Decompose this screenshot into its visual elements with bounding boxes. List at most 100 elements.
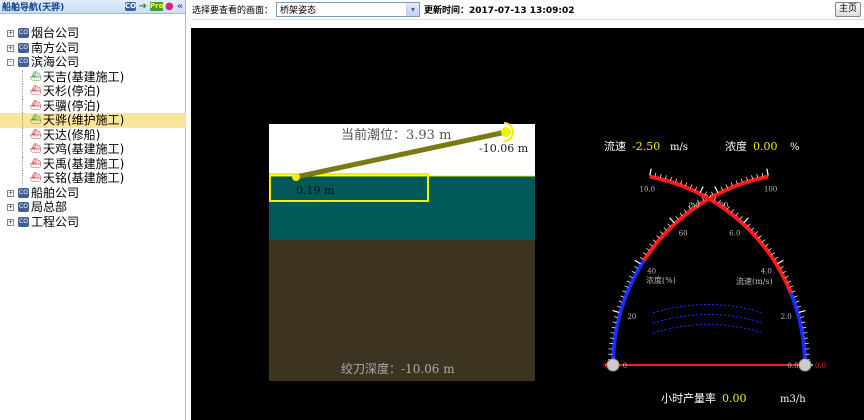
collapse-toggle-icon[interactable]: - bbox=[7, 59, 14, 66]
company-label: 南方公司 bbox=[31, 40, 80, 55]
density-trace-1 bbox=[652, 304, 764, 314]
ship-label: 天鸡(基建施工) bbox=[43, 142, 125, 156]
tree-node-company[interactable]: - CO 滨海公司 bbox=[0, 55, 186, 70]
app: 船舶导航(天骅) CO ➜ Pro ● « + CO 烟台公司 + CO 南方公… bbox=[0, 0, 864, 420]
density-tick bbox=[646, 247, 650, 251]
density-pivot-knob bbox=[606, 358, 620, 372]
forward-icon[interactable]: ➜ bbox=[138, 2, 148, 12]
flow-tick bbox=[731, 209, 735, 213]
ship-label: 天铭(基建施工) bbox=[43, 171, 125, 185]
co-icon[interactable]: CO bbox=[125, 2, 136, 11]
company-icon: CO bbox=[18, 187, 29, 198]
company-label: 局总部 bbox=[31, 200, 68, 214]
pro-icon[interactable]: Pro bbox=[150, 2, 163, 11]
flow-zero-mark: 0.0 bbox=[815, 362, 826, 370]
flow-tick bbox=[699, 186, 704, 194]
pin-icon[interactable]: ● bbox=[165, 2, 174, 12]
bridge-end-value: -10.06 m bbox=[479, 142, 529, 155]
tree-node-company[interactable]: + CO 局总部 bbox=[0, 200, 186, 215]
density-tick bbox=[656, 235, 660, 239]
ship-icon: ⛴ bbox=[30, 115, 42, 125]
collapse-icon[interactable]: « bbox=[175, 2, 185, 12]
flow-tick bbox=[649, 168, 652, 176]
flow-tick bbox=[751, 227, 755, 231]
flow-label: 流速 bbox=[604, 139, 626, 153]
chevron-down-icon[interactable]: ▾ bbox=[406, 3, 420, 16]
density-axis-label: 浓度(%) bbox=[646, 275, 676, 285]
tide-label: 当前潮位：3.93 m bbox=[341, 127, 451, 143]
ship-label: 天禹(基建施工) bbox=[43, 156, 125, 171]
tree-node-ship[interactable]: ⛴ 天杉(停泊) bbox=[0, 84, 186, 99]
density-arc-red bbox=[642, 174, 769, 262]
tree-node-ship[interactable]: ⛴ 天骅(维护施工) bbox=[0, 113, 186, 128]
tree-node-ship[interactable]: ⛴ 天骥(停泊) bbox=[0, 98, 186, 113]
flow-arc-blue bbox=[789, 292, 807, 366]
tree-node-company[interactable]: + CO 烟台公司 bbox=[0, 26, 186, 41]
flow-unit: m/s bbox=[670, 142, 688, 153]
expand-toggle-icon[interactable]: + bbox=[7, 204, 14, 211]
expand-toggle-icon[interactable]: + bbox=[7, 44, 14, 52]
tree-node-company[interactable]: + CO 船舶公司 bbox=[0, 186, 186, 201]
company-label: 滨海公司 bbox=[31, 55, 80, 69]
tree-node-company[interactable]: + CO 南方公司 bbox=[0, 41, 186, 56]
density-tick bbox=[649, 243, 653, 247]
tree-node-ship[interactable]: ⛴ 天禹(基建施工) bbox=[0, 156, 186, 171]
flow-tick bbox=[743, 217, 749, 224]
sidebar-title: 船舶导航(天骅) bbox=[2, 3, 65, 13]
company-label: 船舶公司 bbox=[31, 185, 80, 200]
ship-icon: ⛴ bbox=[30, 173, 42, 183]
ship-label: 天骥(停泊) bbox=[43, 98, 101, 113]
company-label: 工程公司 bbox=[31, 214, 80, 229]
tree-node-company[interactable]: + CO 工程公司 bbox=[0, 215, 186, 230]
density-tick bbox=[652, 239, 657, 243]
ship-icon: ⛴ bbox=[30, 86, 42, 96]
cutter-depth-label: 绞刀深度：-10.06 m bbox=[341, 361, 455, 376]
expand-toggle-icon[interactable]: + bbox=[7, 218, 14, 226]
density-tick bbox=[663, 227, 667, 231]
expand-toggle-icon[interactable]: + bbox=[7, 189, 14, 197]
density-tick bbox=[675, 216, 679, 220]
ship-label: 天骅(维护施工) bbox=[43, 113, 125, 127]
sidebar-header: 船舶导航(天骅) CO ➜ Pro ● « bbox=[0, 0, 185, 14]
flow-tick bbox=[777, 259, 784, 265]
density-tick bbox=[669, 217, 675, 224]
density-tick-label: 100 bbox=[764, 185, 777, 193]
ship-label: 天达(修船) bbox=[43, 127, 101, 142]
density-tick bbox=[714, 186, 719, 194]
flow-tick bbox=[798, 309, 806, 314]
bridge-panel: 当前潮位：3.93 m -10.06 m 0.19 m 绞刀深度：-10.06 … bbox=[269, 122, 535, 381]
cutter-head bbox=[501, 127, 511, 137]
mud-area bbox=[269, 240, 535, 381]
flow-tick bbox=[735, 212, 739, 217]
ship-tree: + CO 烟台公司 + CO 南方公司 - CO 滨海公司 ⛴ 天吉(基建施工)… bbox=[0, 26, 186, 229]
expand-toggle-icon[interactable]: + bbox=[7, 30, 14, 37]
flow-tick-label: 0.0 bbox=[787, 362, 798, 370]
flow-tick bbox=[747, 223, 751, 227]
company-icon: CO bbox=[18, 57, 29, 67]
tree-node-ship[interactable]: ⛴ 天达(修船) bbox=[0, 127, 186, 142]
company-icon: CO bbox=[18, 216, 29, 227]
tree-node-ship[interactable]: ⛴ 天铭(基建施工) bbox=[0, 171, 186, 186]
ship-icon: ⛴ bbox=[30, 158, 42, 169]
tree-node-ship[interactable]: ⛴ 天鸡(基建施工) bbox=[0, 142, 186, 157]
company-icon: CO bbox=[18, 42, 29, 53]
company-icon: CO bbox=[18, 28, 29, 38]
flow-tick bbox=[765, 243, 769, 247]
flow-tick-label: 4.0 bbox=[761, 268, 772, 276]
tree-node-ship[interactable]: ⛴ 天吉(基建施工) bbox=[0, 69, 186, 84]
density-unit: % bbox=[790, 142, 800, 153]
density-tick-label: 40 bbox=[647, 268, 656, 276]
density-zero-mark: 0 bbox=[603, 362, 607, 370]
view-select[interactable]: 桥架姿态 ▾ bbox=[276, 2, 421, 17]
home-button[interactable]: 主页 bbox=[835, 2, 861, 17]
production-value: 0.00 bbox=[722, 392, 747, 405]
density-tick bbox=[639, 256, 644, 260]
bridge-pivot bbox=[292, 173, 300, 181]
flow-tick bbox=[758, 235, 762, 239]
flow-tick-label: 10.0 bbox=[640, 185, 656, 193]
company-icon: CO bbox=[18, 202, 29, 212]
density-value: 0.00 bbox=[753, 140, 778, 153]
flow-tick bbox=[754, 231, 759, 235]
density-label: 浓度 bbox=[725, 139, 747, 153]
density-tick bbox=[679, 212, 683, 217]
